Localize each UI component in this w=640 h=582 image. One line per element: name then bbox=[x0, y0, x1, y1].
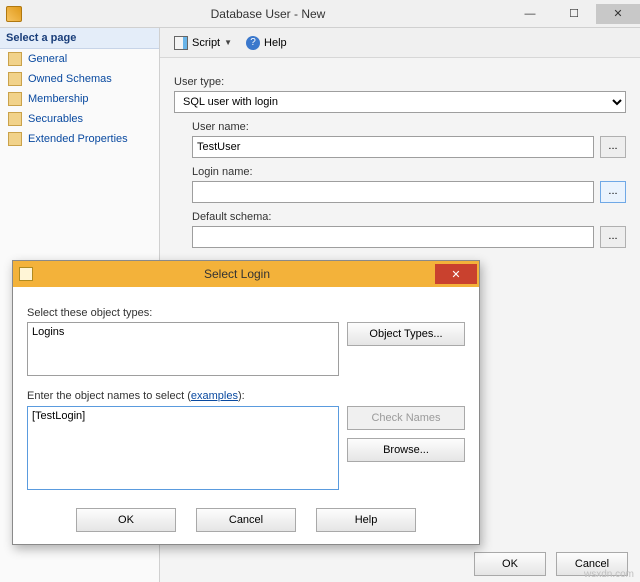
nav-item-general[interactable]: General bbox=[0, 49, 159, 69]
nav-item-membership[interactable]: Membership bbox=[0, 89, 159, 109]
maximize-button[interactable]: ☐ bbox=[552, 4, 596, 24]
cancel-button[interactable]: Cancel bbox=[556, 552, 628, 576]
script-label: Script bbox=[192, 37, 220, 49]
examples-link[interactable]: examples bbox=[191, 390, 238, 402]
object-names-label-post: ): bbox=[238, 390, 245, 402]
user-type-label: User type: bbox=[174, 76, 626, 88]
nav-item-extended-properties[interactable]: Extended Properties bbox=[0, 129, 159, 149]
search-icon bbox=[19, 267, 33, 281]
nav-item-label: Extended Properties bbox=[28, 133, 128, 145]
chevron-down-icon: ▼ bbox=[224, 38, 232, 47]
select-login-dialog: Select Login ✕ Select these object types… bbox=[12, 260, 480, 545]
default-schema-ellipsis-button[interactable]: ... bbox=[600, 226, 626, 248]
dialog-footer: OK Cancel bbox=[474, 552, 628, 576]
page-icon bbox=[8, 52, 22, 66]
script-button[interactable]: Script ▼ bbox=[170, 34, 236, 52]
script-icon bbox=[174, 36, 188, 50]
check-names-button[interactable]: Check Names bbox=[347, 406, 465, 430]
nav-item-label: Securables bbox=[28, 113, 83, 125]
nav-item-securables[interactable]: Securables bbox=[0, 109, 159, 129]
object-names-label: Enter the object names to select (exampl… bbox=[27, 390, 465, 402]
browse-button[interactable]: Browse... bbox=[347, 438, 465, 462]
object-types-display: Logins bbox=[27, 322, 339, 376]
object-types-button[interactable]: Object Types... bbox=[347, 322, 465, 346]
default-schema-input[interactable] bbox=[192, 226, 594, 248]
modal-title-bar: Select Login ✕ bbox=[13, 261, 479, 287]
page-selector-header: Select a page bbox=[0, 28, 159, 49]
ok-button[interactable]: OK bbox=[474, 552, 546, 576]
login-name-input[interactable] bbox=[192, 181, 594, 203]
page-icon bbox=[8, 92, 22, 106]
title-bar: Database User - New — ☐ ✕ bbox=[0, 0, 640, 28]
modal-ok-button[interactable]: OK bbox=[76, 508, 176, 532]
modal-help-button[interactable]: Help bbox=[316, 508, 416, 532]
toolbar: Script ▼ ? Help bbox=[160, 28, 640, 58]
page-icon bbox=[8, 72, 22, 86]
user-name-input[interactable] bbox=[192, 136, 594, 158]
app-icon bbox=[6, 6, 22, 22]
user-name-label: User name: bbox=[192, 121, 626, 133]
page-icon bbox=[8, 112, 22, 126]
login-name-ellipsis-button[interactable]: ... bbox=[600, 181, 626, 203]
modal-footer: OK Cancel Help bbox=[13, 500, 479, 544]
help-button[interactable]: ? Help bbox=[242, 34, 291, 52]
default-schema-label: Default schema: bbox=[192, 211, 626, 223]
help-icon: ? bbox=[246, 36, 260, 50]
object-names-input[interactable]: [TestLogin] bbox=[27, 406, 339, 490]
nav-item-label: General bbox=[28, 53, 67, 65]
nav-item-label: Owned Schemas bbox=[28, 73, 112, 85]
nav-item-owned-schemas[interactable]: Owned Schemas bbox=[0, 69, 159, 89]
object-types-label: Select these object types: bbox=[27, 307, 465, 319]
modal-title: Select Login bbox=[39, 267, 435, 281]
close-button[interactable]: ✕ bbox=[596, 4, 640, 24]
user-type-select[interactable]: SQL user with login bbox=[174, 91, 626, 113]
nav-item-label: Membership bbox=[28, 93, 89, 105]
object-names-label-pre: Enter the object names to select ( bbox=[27, 390, 191, 402]
minimize-button[interactable]: — bbox=[508, 4, 552, 24]
page-icon bbox=[8, 132, 22, 146]
user-name-ellipsis-button[interactable]: ... bbox=[600, 136, 626, 158]
window-title: Database User - New bbox=[28, 7, 508, 21]
modal-cancel-button[interactable]: Cancel bbox=[196, 508, 296, 532]
modal-close-button[interactable]: ✕ bbox=[435, 264, 477, 284]
help-label: Help bbox=[264, 37, 287, 49]
login-name-label: Login name: bbox=[192, 166, 626, 178]
user-form: User type: SQL user with login User name… bbox=[160, 58, 640, 258]
